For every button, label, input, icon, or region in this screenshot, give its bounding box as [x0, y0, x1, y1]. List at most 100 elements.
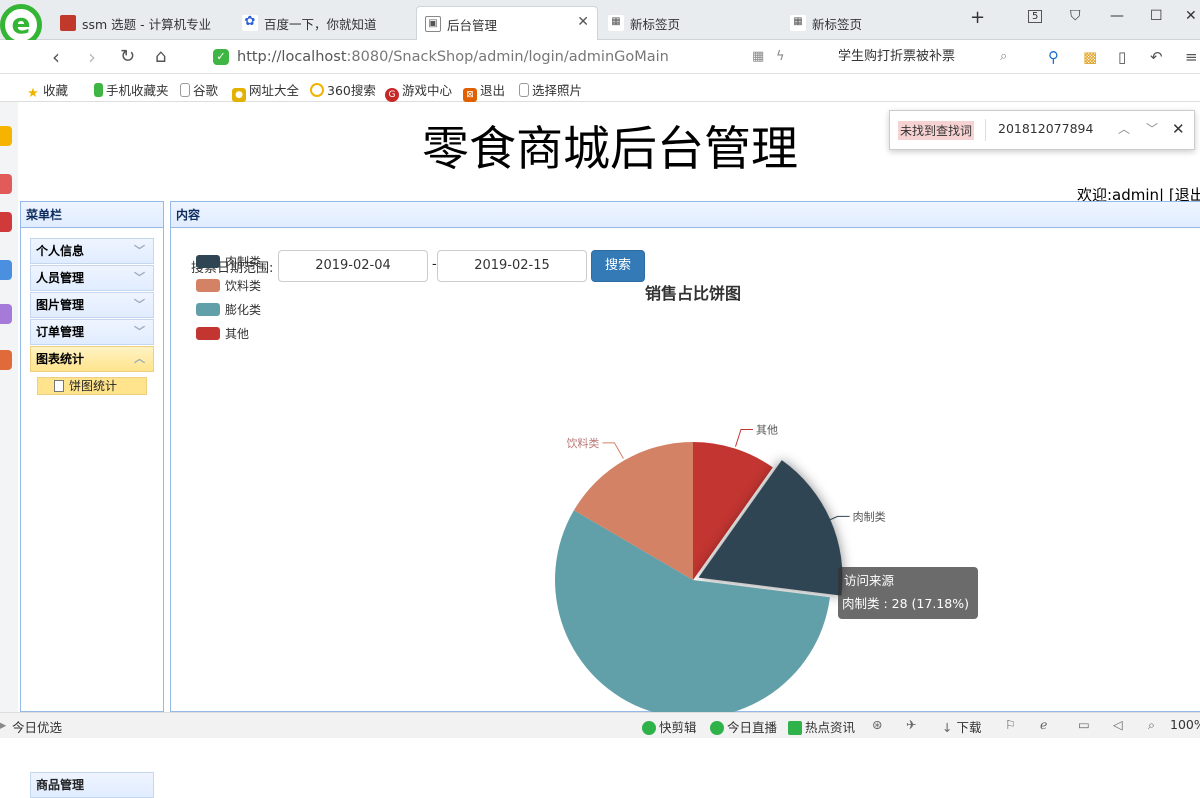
play-icon: [710, 721, 724, 735]
bookmark-google[interactable]: 谷歌: [180, 80, 218, 99]
page-icon: [60, 15, 76, 31]
content-title: 内容: [171, 202, 1200, 228]
minimize-icon[interactable]: —: [1110, 8, 1124, 24]
browser-tab[interactable]: ▦ 新标签页: [600, 6, 780, 40]
tooltip-value: 肉制类 : 28 (17.18%): [842, 596, 969, 611]
back-icon[interactable]: ‹: [52, 45, 60, 69]
status-today-picks[interactable]: 今日优选: [12, 717, 62, 736]
find-bar: 未找到查找词 201812077894 ︿ ﹀ ✕: [889, 110, 1195, 150]
chevron-down-icon: ﹀: [134, 271, 145, 284]
status-item-news[interactable]: 热点资讯: [788, 717, 855, 736]
search-icon[interactable]: ⌕: [1000, 49, 1007, 64]
shirt-skin-icon[interactable]: ⛉: [1070, 8, 1081, 24]
chart-tooltip: 访问来源 肉制类 : 28 (17.18%): [838, 567, 978, 619]
app-icon[interactable]: [0, 304, 12, 324]
sidebar-item-staff[interactable]: 人员管理 ﹀: [30, 265, 154, 291]
home-icon[interactable]: ⌂: [155, 46, 166, 67]
find-next-icon[interactable]: ﹀: [1146, 120, 1158, 137]
sidebar-item-charts[interactable]: 图表统计 ︿: [30, 346, 154, 372]
lightning-icon[interactable]: ϟ: [776, 49, 785, 64]
pin-icon[interactable]: ✈: [906, 717, 916, 732]
flag-icon[interactable]: ⚐: [1005, 717, 1016, 732]
qr-icon[interactable]: ▦: [752, 49, 764, 64]
legend-swatch[interactable]: [196, 327, 220, 340]
legend-label[interactable]: 膨化类: [225, 303, 261, 317]
bookmark-exit[interactable]: ⊠ 退出: [463, 80, 505, 102]
status-item-live[interactable]: 今日直播: [710, 717, 777, 736]
chart-legend: 肉制类饮料类膨化类其他: [196, 255, 261, 341]
close-window-icon[interactable]: ✕: [1185, 8, 1197, 24]
menu-icon[interactable]: ≡: [1185, 48, 1198, 66]
apps-icon[interactable]: ▩: [1083, 48, 1097, 66]
app-icon[interactable]: [0, 174, 12, 194]
find-input[interactable]: 201812077894: [998, 121, 1093, 136]
baidu-paw-icon: ✿: [242, 15, 258, 31]
find-prev-icon[interactable]: ︿: [1118, 120, 1130, 137]
chevron-down-icon: ﹀: [134, 325, 145, 338]
undo-icon[interactable]: ↶: [1150, 48, 1163, 66]
cursor-icon: ▸: [0, 717, 7, 732]
chart-title: 销售占比饼图: [645, 284, 741, 303]
sidebar-item-orders[interactable]: 订单管理 ﹀: [30, 319, 154, 345]
bookmark-photos[interactable]: 选择照片: [519, 80, 582, 99]
document-icon: [54, 380, 64, 392]
refresh-icon[interactable]: ↻: [120, 46, 135, 67]
chevron-down-icon: ﹀: [134, 244, 145, 257]
app-icon[interactable]: [0, 126, 12, 146]
sidebar-item-images[interactable]: 图片管理 ﹀: [30, 292, 154, 318]
sidebar-item-products[interactable]: 商品管理: [30, 772, 154, 798]
magnifier-icon[interactable]: ⚲: [1048, 48, 1059, 66]
new-tab-icon[interactable]: +: [970, 7, 985, 28]
bookmarks-bar: ★ 收藏 手机收藏夹 谷歌 ● 网址大全 360搜索 G 游戏中心 ⊠ 退出 选择照片: [0, 74, 1200, 102]
bookmark-360search[interactable]: 360搜索: [310, 80, 376, 99]
admin-page: 零食商城后台管理 欢迎:admin| [退出 未找到查找词 2018120778…: [20, 102, 1200, 798]
divider: [985, 119, 986, 141]
status-item-download[interactable]: ↓ 下载: [942, 717, 981, 736]
zoom-level[interactable]: 100%: [1170, 717, 1200, 732]
chevron-down-icon: ﹀: [134, 298, 145, 311]
sidebar-menu: 菜单栏 个人信息 ﹀ 人员管理 ﹀ 图片管理 ﹀ 订单管理 ﹀ 图表统计 ︿ 饼图统计 商…: [20, 201, 164, 798]
app-icon[interactable]: [0, 212, 12, 232]
browser-search-input[interactable]: 学生购打折票被补票: [826, 46, 1026, 70]
window-icon[interactable]: ▭: [1078, 717, 1090, 732]
browser-tab-bar: e ssm 选题 - 计算机专业 ✿ 百度一下，你就知道 ▣ 后台管理 ✕ ▦ …: [0, 0, 1200, 46]
maximize-icon[interactable]: ☐: [1150, 8, 1163, 24]
ie-icon[interactable]: ℯ: [1040, 717, 1047, 732]
sidebar-title: 菜单栏: [21, 202, 163, 228]
browser-tab[interactable]: ✿ 百度一下，你就知道: [234, 6, 414, 40]
browser-tab-active[interactable]: ▣ 后台管理 ✕: [416, 6, 598, 40]
tab-count-badge[interactable]: 5: [1028, 10, 1043, 23]
legend-label[interactable]: 肉制类: [225, 255, 261, 269]
phone-icon[interactable]: ▯: [1118, 48, 1126, 66]
legend-label[interactable]: 饮料类: [225, 279, 261, 293]
slice-label: 其他: [756, 423, 778, 436]
speed-icon[interactable]: ⊛: [872, 717, 882, 732]
legend-swatch[interactable]: [196, 255, 220, 268]
sidebar-item-personal-info[interactable]: 个人信息 ﹀: [30, 238, 154, 264]
pie-slices: [555, 442, 843, 712]
app-icon[interactable]: [0, 260, 12, 280]
find-not-found-label: 未找到查找词: [898, 121, 975, 140]
url-field[interactable]: ✓ http://localhost:8080/SnackShop/admin/…: [205, 46, 815, 70]
legend-swatch[interactable]: [196, 279, 220, 292]
legend-label[interactable]: 其他: [225, 327, 249, 341]
forward-icon[interactable]: ›: [88, 45, 96, 69]
speaker-icon[interactable]: ◁: [1113, 717, 1123, 732]
bookmark-sites[interactable]: ● 网址大全: [232, 80, 299, 102]
close-tab-icon[interactable]: ✕: [577, 14, 589, 30]
bookmark-games[interactable]: G 游戏中心: [385, 80, 452, 102]
legend-swatch[interactable]: [196, 303, 220, 316]
bookmark-mobile[interactable]: 手机收藏夹: [94, 80, 169, 99]
app-icon[interactable]: [0, 350, 12, 370]
status-item-quick-cut[interactable]: 快剪辑: [642, 717, 697, 736]
content-panel: 内容 搜索日期范围: 2019-02-04 - 2019-02-15 搜索 销售…: [170, 201, 1200, 712]
browser-tab[interactable]: ▦ 新标签页: [782, 6, 952, 40]
address-toolbar: ‹ › ↻ ⌂ ✓ http://localhost:8080/SnackSho…: [0, 40, 1200, 74]
browser-tab[interactable]: ssm 选题 - 计算机专业: [52, 6, 224, 40]
bookmark-favorites[interactable]: ★ 收藏: [26, 80, 68, 101]
zoom-icon[interactable]: ⌕: [1148, 717, 1155, 733]
find-close-icon[interactable]: ✕: [1172, 120, 1185, 138]
download-icon: ↓: [942, 720, 957, 735]
globe-icon: ●: [232, 88, 246, 102]
sidebar-subitem-pie-chart[interactable]: 饼图统计: [37, 377, 147, 395]
